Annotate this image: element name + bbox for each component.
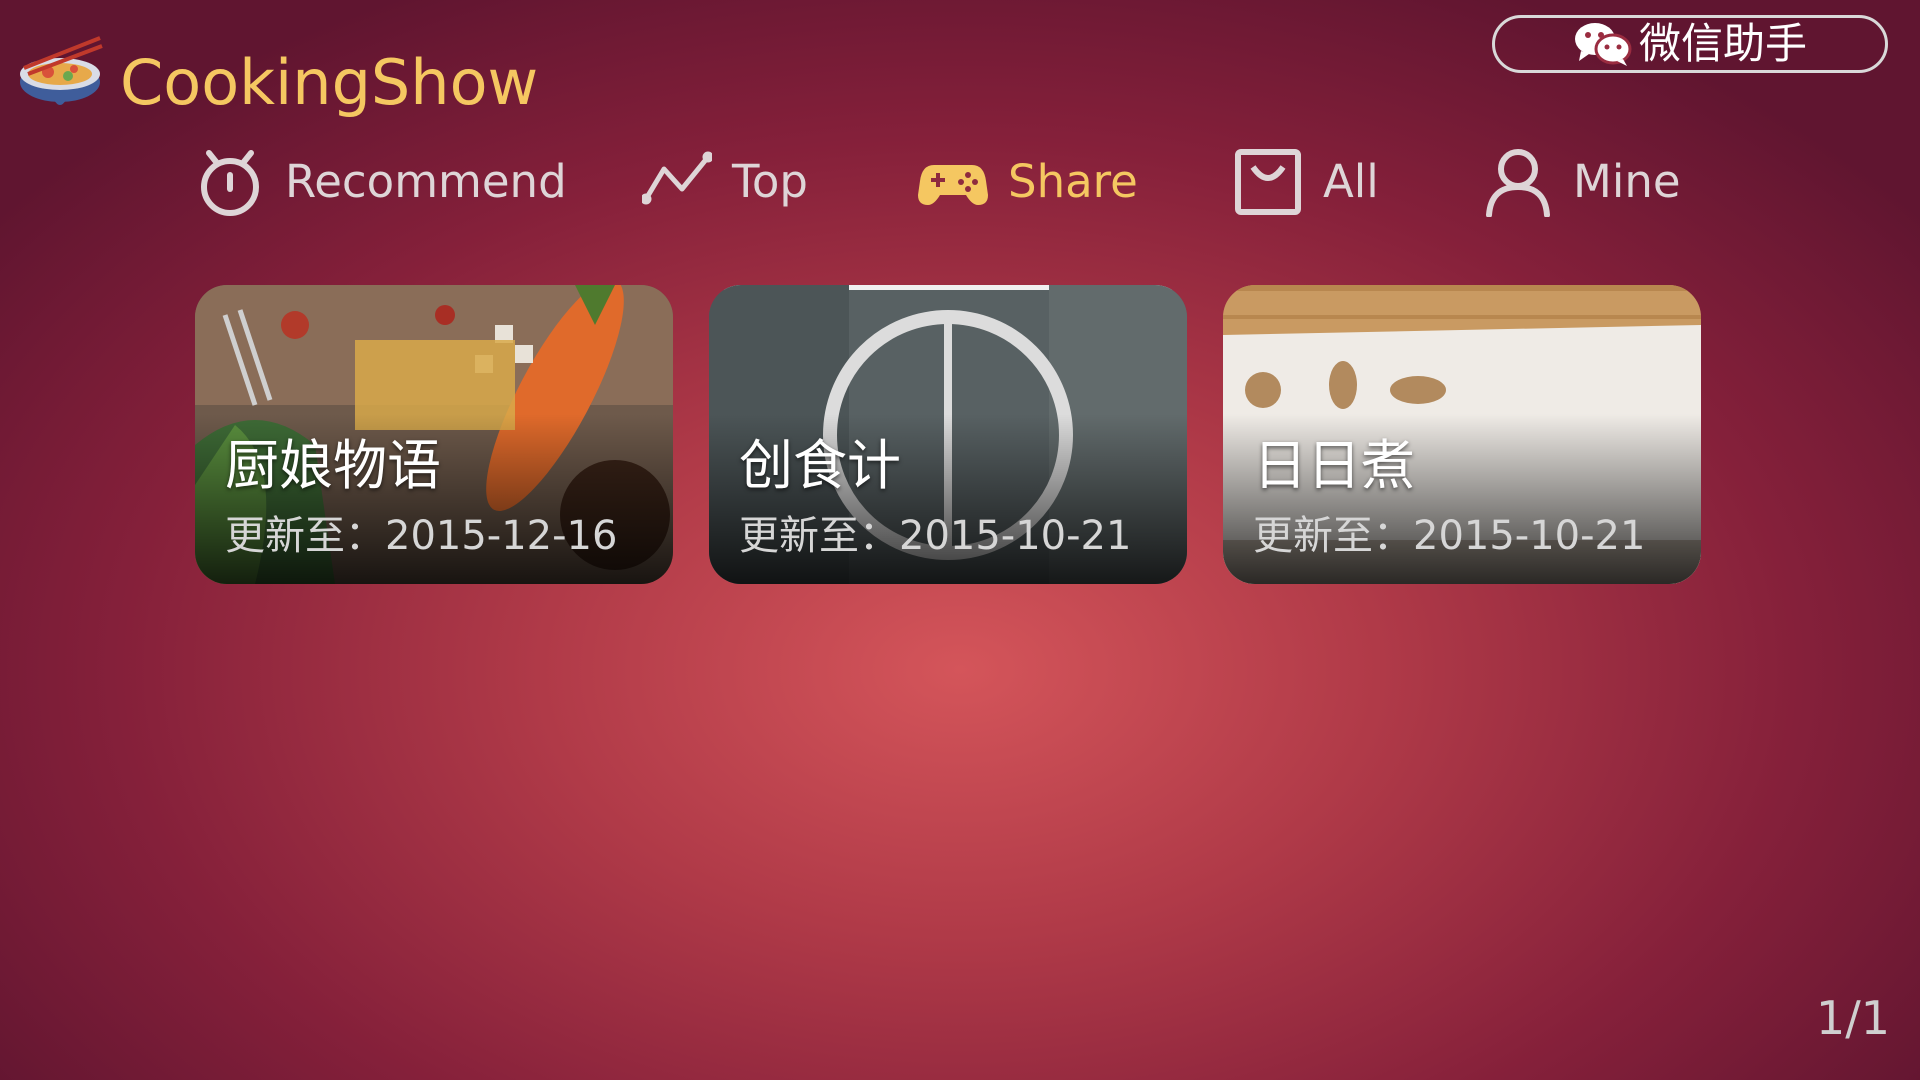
show-title: 创食计 bbox=[739, 434, 901, 497]
gamepad-icon bbox=[918, 165, 988, 205]
show-updated-date: 更新至：2015-12-16 bbox=[225, 513, 618, 559]
nav-item-all[interactable]: All bbox=[1233, 140, 1379, 224]
nav-label-mine: Mine bbox=[1573, 155, 1681, 208]
nav-item-recommend[interactable]: Recommend bbox=[195, 140, 567, 224]
app-title: CookingShow bbox=[120, 46, 539, 119]
user-icon bbox=[1486, 149, 1550, 217]
show-card[interactable]: 厨娘物语 更新至：2015-12-16 bbox=[195, 285, 673, 584]
show-updated-date: 更新至：2015-10-21 bbox=[1253, 513, 1646, 559]
main-nav: Recommend Top Share All Mine bbox=[0, 140, 1920, 224]
show-updated-date: 更新至：2015-10-21 bbox=[739, 513, 1132, 559]
show-card[interactable]: 创食计 更新至：2015-10-21 bbox=[709, 285, 1187, 584]
app-logo-icon bbox=[20, 36, 103, 105]
show-title: 日日煮 bbox=[1253, 434, 1415, 497]
nav-label-all: All bbox=[1323, 155, 1379, 208]
nav-item-share[interactable]: Share bbox=[918, 140, 1138, 224]
nav-label-top: Top bbox=[732, 155, 808, 208]
stopwatch-icon bbox=[201, 150, 259, 216]
show-title: 厨娘物语 bbox=[225, 434, 441, 497]
wechat-assistant-label: 微信助手 bbox=[1638, 19, 1807, 68]
nav-item-top[interactable]: Top bbox=[642, 140, 808, 224]
wechat-icon bbox=[1574, 23, 1632, 66]
wechat-assistant-button[interactable]: 微信助手 bbox=[1492, 15, 1888, 73]
shopping-bag-icon bbox=[1235, 149, 1301, 215]
show-card[interactable]: 日日煮 更新至：2015-10-21 bbox=[1223, 285, 1701, 584]
nav-label-recommend: Recommend bbox=[285, 155, 567, 208]
nav-label-share: Share bbox=[1008, 155, 1138, 208]
page-indicator: 1/1 bbox=[1815, 991, 1890, 1045]
nav-item-mine[interactable]: Mine bbox=[1483, 140, 1681, 224]
trend-line-icon bbox=[642, 151, 712, 205]
